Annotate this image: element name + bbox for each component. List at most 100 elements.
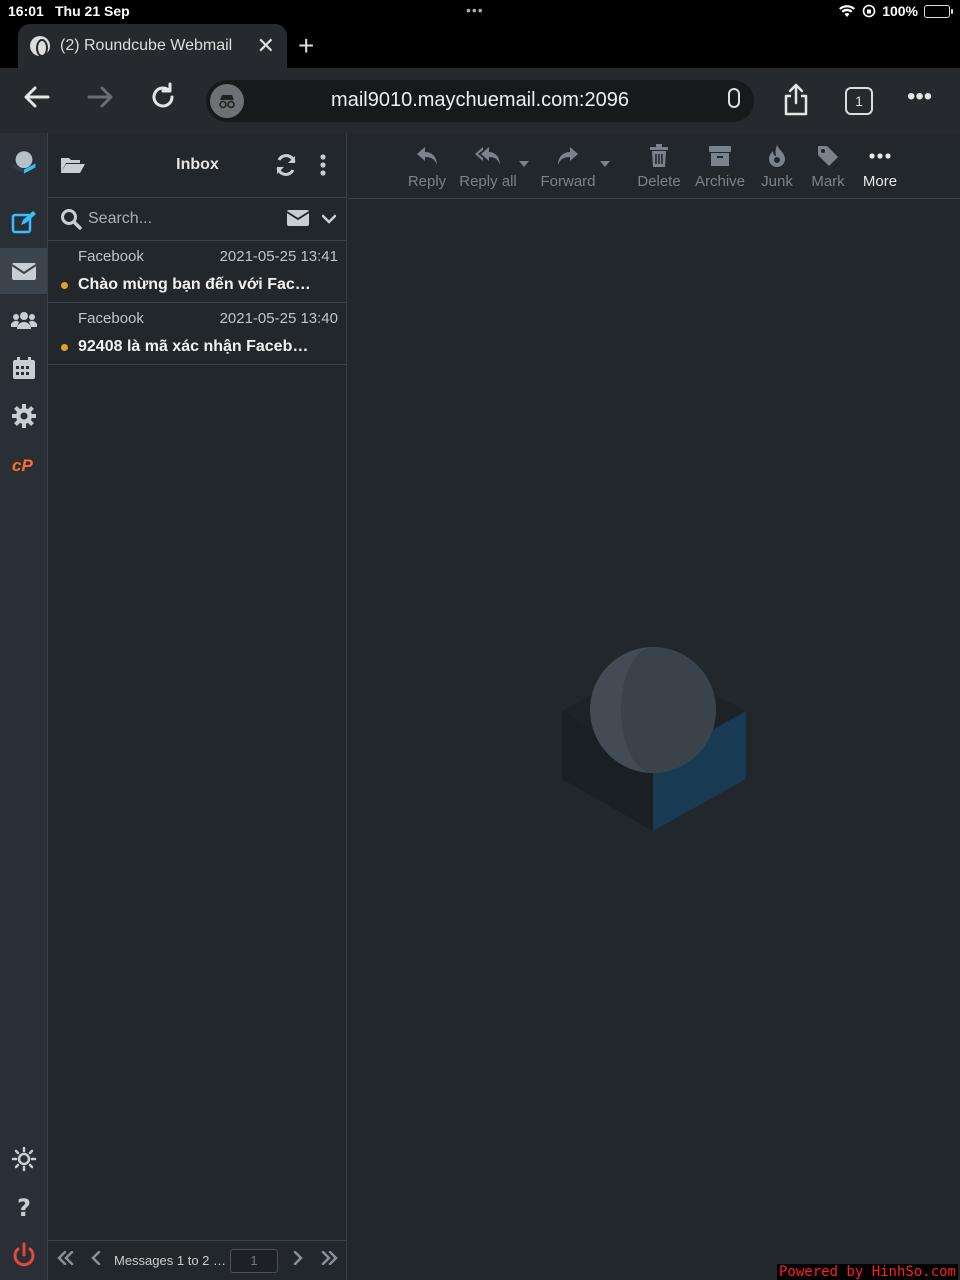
roundcube-app: cP ? Inbox Search... Facebook 2021-05-25… <box>0 133 960 1280</box>
trash-icon <box>650 144 668 167</box>
power-icon <box>13 1242 34 1267</box>
next-page-button[interactable] <box>293 1249 303 1270</box>
roundcube-logo-icon[interactable] <box>0 139 47 185</box>
status-date: Thu 21 Sep <box>55 3 130 19</box>
browser-menu-button[interactable]: ••• <box>907 80 932 114</box>
back-button[interactable] <box>22 82 52 120</box>
forward-label: Forward <box>540 173 596 190</box>
browser-tab[interactable]: (2) Roundcube Webmail ✕ <box>18 24 287 68</box>
unread-dot-icon[interactable] <box>61 344 68 351</box>
reply-button[interactable]: Reply <box>406 143 448 190</box>
list-pager: Messages 1 to 2 of 2 1 <box>48 1240 347 1280</box>
search-bar <box>48 198 346 241</box>
arrow-right-icon <box>87 86 113 108</box>
microphone-icon[interactable] <box>728 88 740 108</box>
first-page-button[interactable] <box>56 1249 74 1270</box>
message-subject: 92408 là mã xác nhận Facebook của bạn <box>78 338 318 355</box>
reply-label: Reply <box>407 173 447 190</box>
status-time: 16:01 <box>8 3 44 19</box>
message-sender: Facebook <box>78 310 144 327</box>
archive-icon <box>709 146 731 166</box>
message-row[interactable]: Facebook 2021-05-25 13:41 Chào mừng bạn … <box>48 241 346 303</box>
chevron-left-icon <box>91 1250 101 1266</box>
forward-button[interactable] <box>85 82 115 120</box>
address-bar[interactable]: mail9010.maychuemail.com:2096 <box>206 80 754 122</box>
chevron-right-icon <box>293 1250 303 1266</box>
refresh-icon <box>276 154 296 176</box>
reply-icon <box>417 147 437 165</box>
list-options-button[interactable] <box>320 153 326 182</box>
theme-toggle-button[interactable] <box>0 1136 47 1182</box>
cpanel-nav-button[interactable]: cP <box>0 442 47 488</box>
more-button[interactable]: More <box>858 143 902 190</box>
orientation-lock-icon <box>862 4 876 18</box>
forward-button[interactable]: Forward <box>538 143 598 190</box>
logout-button[interactable] <box>0 1232 47 1278</box>
mark-button[interactable]: Mark <box>806 143 850 190</box>
search-input[interactable] <box>88 205 278 233</box>
new-tab-button[interactable]: + <box>298 30 314 62</box>
search-icon[interactable] <box>60 208 82 235</box>
search-options-button[interactable] <box>321 211 337 229</box>
share-button[interactable] <box>782 82 810 124</box>
help-button[interactable]: ? <box>0 1184 47 1230</box>
globe-icon <box>30 36 50 57</box>
archive-button[interactable]: Archive <box>692 143 748 190</box>
calendar-nav-button[interactable] <box>0 345 47 391</box>
mail-nav-button[interactable] <box>0 248 47 294</box>
reply-all-dropdown-icon[interactable] <box>519 161 529 167</box>
wifi-icon <box>839 5 856 17</box>
delete-button[interactable]: Delete <box>636 143 682 190</box>
battery-icon <box>924 4 953 18</box>
delete-label: Delete <box>637 173 681 190</box>
list-header: Inbox <box>48 133 346 198</box>
watermark-text: Powered by HinhSo.com <box>776 1264 958 1280</box>
message-toolbar: Reply Reply all Forward Delete Archive J… <box>348 133 960 199</box>
envelope-icon <box>10 263 37 280</box>
contacts-nav-button[interactable] <box>0 297 47 343</box>
users-icon <box>10 312 37 329</box>
svg-text:?: ? <box>17 1194 31 1220</box>
tag-icon <box>818 146 838 166</box>
reply-all-label: Reply all <box>459 173 517 190</box>
browser-nav-bar: mail9010.maychuemail.com:2096 1 ••• <box>0 68 960 133</box>
message-row[interactable]: Facebook 2021-05-25 13:40 92408 là mã xá… <box>48 303 346 365</box>
reload-button[interactable] <box>148 82 178 120</box>
app-nav-rail: cP ? <box>0 133 48 1280</box>
mark-label: Mark <box>811 173 845 190</box>
chevron-down-icon <box>321 214 337 224</box>
last-page-button[interactable] <box>321 1249 339 1270</box>
roundcube-watermark-logo <box>562 647 746 831</box>
forward-dropdown-icon[interactable] <box>600 161 610 167</box>
browser-tab-bar: (2) Roundcube Webmail ✕ + <box>0 22 960 68</box>
share-icon <box>784 83 808 116</box>
fire-icon <box>769 145 785 167</box>
pager-info: Messages 1 to 2 of 2 <box>114 1253 226 1268</box>
reply-all-button[interactable]: Reply all <box>458 143 518 190</box>
double-chevron-left-icon <box>57 1250 74 1266</box>
junk-button[interactable]: Junk <box>756 143 798 190</box>
refresh-button[interactable] <box>274 153 298 182</box>
svg-text:cP: cP <box>12 456 33 475</box>
message-list-pane: Inbox Facebook 2021-05-25 13:41 <box>48 133 347 1280</box>
tab-title: (2) Roundcube Webmail <box>60 37 233 54</box>
close-tab-icon[interactable]: ✕ <box>257 33 275 59</box>
junk-label: Junk <box>761 173 793 190</box>
message-date: 2021-05-25 13:41 <box>219 248 338 265</box>
gear-icon <box>11 404 36 428</box>
status-bar: 16:01 Thu 21 Sep ••• 100% <box>0 0 960 22</box>
previous-page-button[interactable] <box>91 1249 101 1270</box>
question-icon: ? <box>17 1194 31 1220</box>
double-chevron-right-icon <box>321 1250 338 1266</box>
url-text: mail9010.maychuemail.com:2096 <box>331 89 629 111</box>
reload-icon <box>152 82 174 108</box>
multitasking-dots[interactable]: ••• <box>466 2 484 18</box>
settings-nav-button[interactable] <box>0 393 47 439</box>
archive-label: Archive <box>694 173 746 190</box>
search-scope-button[interactable] <box>286 210 310 231</box>
more-dots-icon <box>869 153 891 159</box>
unread-dot-icon[interactable] <box>61 282 68 289</box>
tab-switcher-button[interactable]: 1 <box>845 87 873 115</box>
page-number-input[interactable]: 1 <box>230 1249 278 1273</box>
compose-button[interactable] <box>0 199 47 245</box>
